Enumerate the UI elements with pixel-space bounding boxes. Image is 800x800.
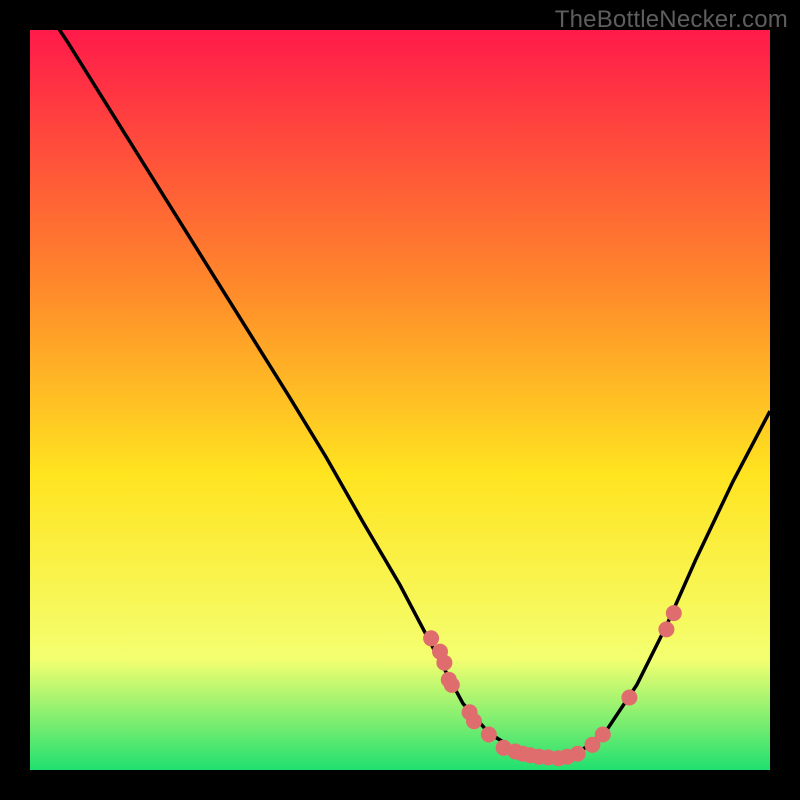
data-marker <box>570 746 586 762</box>
data-marker <box>666 605 682 621</box>
data-marker <box>436 655 452 671</box>
plot-area <box>30 30 770 770</box>
data-marker <box>466 713 482 729</box>
data-marker <box>658 621 674 637</box>
plot-inner <box>30 30 770 770</box>
data-marker <box>595 727 611 743</box>
data-marker <box>621 690 637 706</box>
outer-frame: TheBottleNecker.com <box>0 0 800 800</box>
bottleneck-chart <box>30 30 770 770</box>
gradient-background <box>30 30 770 770</box>
data-marker <box>481 727 497 743</box>
data-marker <box>444 677 460 693</box>
data-marker <box>423 630 439 646</box>
